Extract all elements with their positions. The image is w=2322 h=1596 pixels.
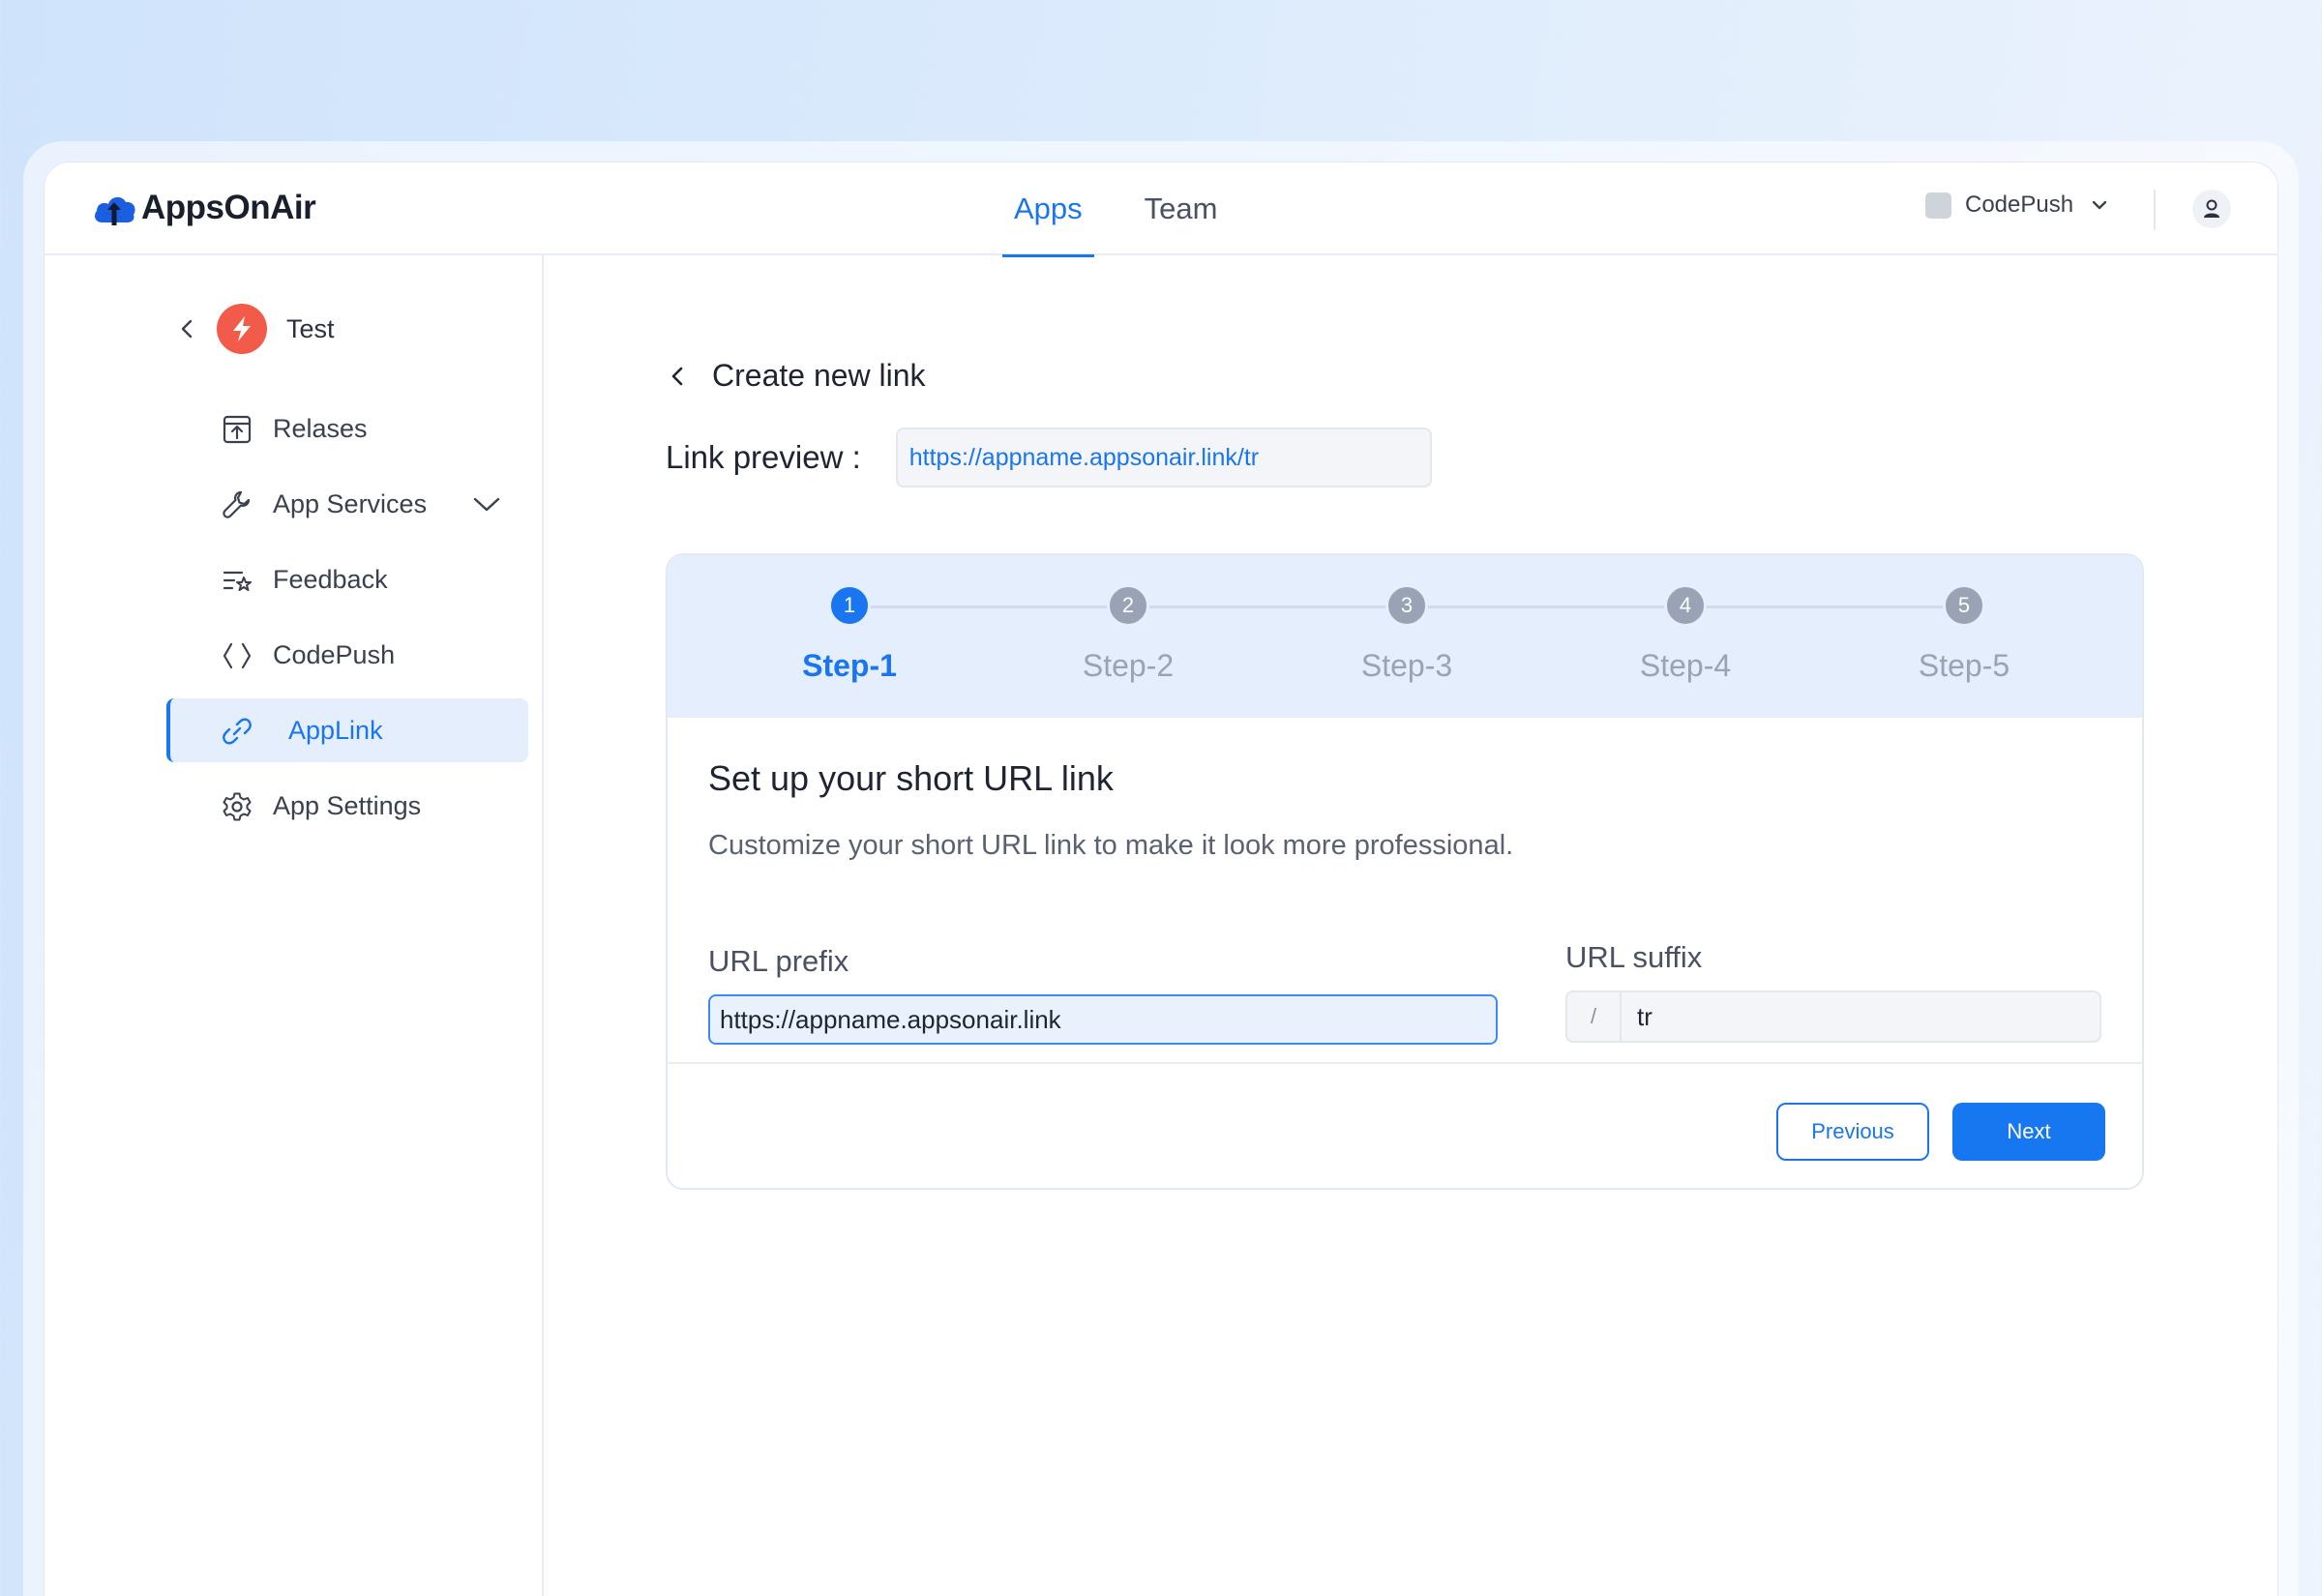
link-icon	[223, 718, 252, 745]
app-window: AppsOnAir Apps Team CodePush Test Relase…	[45, 163, 2277, 1596]
sidebar-item-app-settings[interactable]: App Settings	[166, 774, 528, 838]
sidebar-item-label: App Services	[273, 488, 428, 518]
brand-name: AppsOnAir	[141, 189, 316, 226]
tab-apps[interactable]: Apps	[1002, 163, 1094, 257]
main-nav: Apps Team	[1002, 163, 1267, 257]
step-4[interactable]: 4 Step-4	[1589, 584, 1782, 684]
chevron-left-icon[interactable]	[666, 365, 689, 388]
step-2[interactable]: 2 Step-2	[1031, 584, 1225, 684]
step-label: Step-3	[1360, 648, 1453, 683]
link-preview-field[interactable]: https://appname.appsonair.link/tr	[895, 428, 1432, 488]
sidebar-item-label: Feedback	[273, 564, 388, 594]
app-icon	[217, 304, 267, 354]
step-5[interactable]: 5 Step-5	[1867, 584, 2061, 684]
step-label: Step-5	[1918, 648, 2010, 683]
cloud-upload-logo-icon	[95, 196, 135, 225]
feedback-star-icon	[223, 571, 252, 591]
stepper: 1 Step-1 2 Step-2 3 Step-3 4 Step-4 5 St…	[668, 555, 2142, 718]
url-prefix-group: URL prefix https://appname.appsonair.lin…	[708, 944, 1498, 1045]
step-number: 3	[1385, 584, 1428, 627]
sidebar-item-label: Relases	[273, 413, 368, 443]
sidebar-item-applink[interactable]: AppLink	[166, 698, 528, 762]
step-number: 5	[1943, 584, 1985, 627]
step-number: 2	[1107, 584, 1149, 627]
archive-upload-icon	[223, 415, 252, 444]
step-3[interactable]: 3 Step-3	[1310, 584, 1503, 684]
step-number: 1	[828, 584, 871, 627]
url-suffix-separator: /	[1567, 992, 1622, 1041]
chevron-down-icon	[2092, 200, 2107, 210]
topbar-divider	[2154, 190, 2156, 230]
previous-button[interactable]: Previous	[1776, 1103, 1929, 1161]
page-title: Create new link	[666, 358, 926, 394]
url-prefix-input[interactable]: https://appname.appsonair.link	[708, 994, 1498, 1045]
gear-icon	[223, 792, 252, 821]
chevron-left-icon[interactable]	[174, 316, 199, 341]
workspace-label: CodePush	[1965, 192, 2074, 218]
step-number: 4	[1664, 584, 1707, 627]
wizard-footer-divider	[668, 1062, 2142, 1064]
url-prefix-label: URL prefix	[708, 944, 849, 978]
code-brackets-icon	[223, 642, 252, 669]
url-suffix-value: tr	[1637, 1001, 1652, 1031]
sidebar-item-codepush[interactable]: CodePush	[166, 623, 528, 687]
page-title-text: Create new link	[712, 358, 926, 393]
wrench-icon	[223, 490, 251, 518]
link-wizard: 1 Step-1 2 Step-2 3 Step-3 4 Step-4 5 St…	[666, 553, 2144, 1190]
step-label: Step-4	[1639, 648, 1732, 683]
step-1[interactable]: 1 Step-1	[753, 584, 946, 684]
step-label: Step-2	[1082, 648, 1175, 683]
sidebar-item-label: App Settings	[273, 790, 422, 820]
sidebar-item-feedback[interactable]: Feedback	[166, 547, 528, 611]
brand-logo[interactable]: AppsOnAir	[91, 188, 316, 228]
wizard-body: Set up your short URL link Customize you…	[708, 758, 2101, 1045]
wizard-description: Customize your short URL link to make it…	[708, 830, 1514, 861]
link-preview-row: Link preview : https://appname.appsonair…	[666, 428, 1432, 488]
tab-team[interactable]: Team	[1133, 163, 1230, 255]
app-header: Test	[174, 304, 335, 354]
app-name: Test	[286, 313, 335, 343]
url-suffix-input[interactable]: / tr	[1565, 990, 2101, 1043]
main-content: Create new link Link preview : https://a…	[546, 255, 2277, 1596]
workspace-selector[interactable]: CodePush	[1925, 192, 2110, 219]
sidebar: Test Relases App Services Feedback CodeP…	[45, 255, 544, 1596]
chevron-down-icon[interactable]	[472, 491, 501, 517]
step-label: Step-1	[802, 648, 897, 683]
url-suffix-group: URL suffix / tr	[1565, 940, 2101, 1043]
sidebar-item-label: AppLink	[288, 715, 383, 745]
link-preview-label: Link preview :	[666, 439, 861, 475]
url-suffix-label: URL suffix	[1565, 940, 1703, 974]
wizard-title: Set up your short URL link	[708, 758, 1114, 798]
workspace-icon	[1925, 192, 1951, 219]
sidebar-item-label: CodePush	[273, 639, 396, 669]
lightning-icon	[233, 316, 251, 341]
user-icon	[2204, 199, 2219, 218]
sidebar-item-app-services[interactable]: App Services	[166, 472, 528, 536]
top-bar: AppsOnAir Apps Team CodePush	[45, 163, 2277, 257]
sidebar-item-relases[interactable]: Relases	[166, 397, 528, 460]
next-button[interactable]: Next	[1952, 1103, 2105, 1161]
user-avatar[interactable]	[2192, 190, 2231, 228]
